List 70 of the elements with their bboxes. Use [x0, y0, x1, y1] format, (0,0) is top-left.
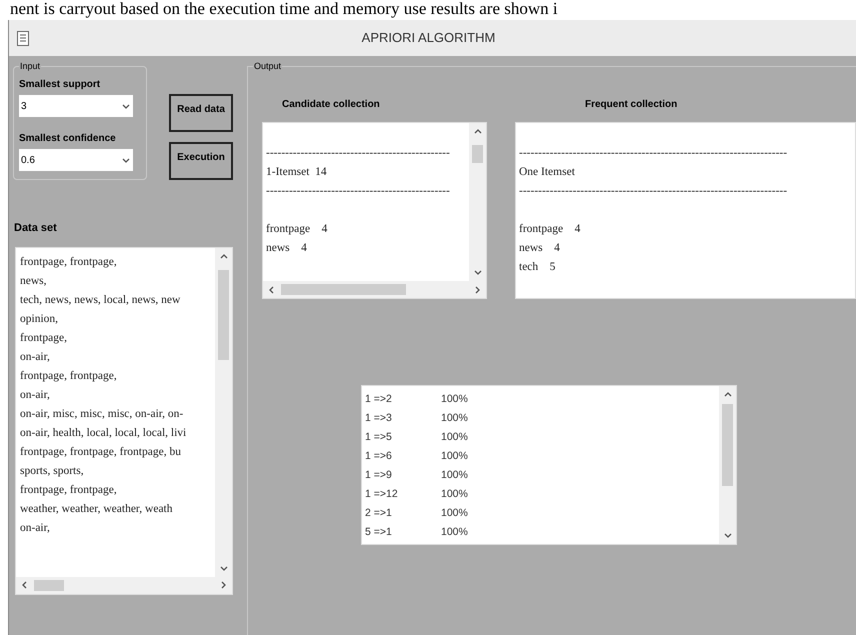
list-line: news,: [20, 274, 48, 288]
horizontal-scrollbar[interactable]: [263, 281, 486, 298]
rule-text: 2 =>1: [365, 506, 393, 521]
scroll-thumb[interactable]: [34, 580, 64, 590]
group-title: Input: [19, 60, 42, 74]
rule-text: 1 =>9: [365, 468, 393, 483]
document-icon: [17, 30, 29, 46]
list-line: on-air,: [20, 350, 51, 364]
scroll-thumb[interactable]: [218, 270, 229, 360]
confidence-text: 100%: [441, 468, 468, 483]
scroll-thumb[interactable]: [472, 145, 483, 163]
confidence-text: 100%: [441, 506, 468, 521]
data-set-list[interactable]: [15, 246, 233, 594]
horizontal-scrollbar[interactable]: [16, 576, 232, 594]
itemset-heading: One Itemset: [519, 165, 576, 180]
data-set-label: Data set: [14, 221, 58, 236]
itemset-line: tech 5: [519, 260, 556, 275]
confidence-text: 100%: [441, 525, 468, 540]
window-title: APRIORI ALGORITHM: [360, 29, 496, 48]
list-line: frontpage, frontpage,: [20, 368, 118, 384]
separator-line: ------------------------------------------------: [266, 146, 451, 161]
rule-text: 1 =>6: [365, 449, 393, 464]
candidate-collection-label: Candidate collection: [282, 98, 381, 112]
list-line: sports, sports,: [20, 464, 85, 478]
confidence-text: 100%: [441, 392, 468, 407]
rules-list[interactable]: 1 =>2 100% 1 =>3 100% 1 =>5 100% 1 =>6 100% 1 =>9 100% 1 =>12 100% 2 =>1 100% 5 =>1 100%: [361, 385, 737, 545]
itemset-line: frontpage 4: [266, 222, 328, 237]
scroll-thumb[interactable]: [281, 284, 406, 295]
dropdown-field[interactable]: 0.6: [19, 149, 133, 171]
scroll-thumb[interactable]: [722, 404, 733, 486]
list-line: on-air,: [20, 520, 51, 536]
itemset-line: frontpage 4: [519, 222, 582, 237]
rule-text: 1 =>5: [365, 430, 393, 445]
field-label: Smallest support: [19, 78, 102, 92]
list-line: tech, news, news, local, news, new: [20, 292, 182, 308]
confidence-text: 100%: [441, 487, 468, 502]
itemset-line: news 4: [266, 241, 308, 256]
candidate-list[interactable]: ------------------------------------------------ 1-Itemset 14 ------------------------------------------------ frontpage 4 news 4: [262, 122, 487, 299]
vertical-scrollbar[interactable]: [469, 123, 486, 281]
rule-text: 1 =>3: [365, 411, 393, 426]
list-line: frontpage,: [20, 330, 68, 346]
field-label: Smallest confidence: [19, 132, 117, 146]
confidence-text: 100%: [441, 430, 468, 445]
action-button[interactable]: Read data: [169, 94, 233, 132]
frequent-collection-label: Frequent collection: [585, 98, 678, 112]
separator-line: ----------------------------------------------------------------------: [519, 146, 788, 161]
list-line: on-air,: [20, 388, 51, 402]
vertical-scrollbar[interactable]: [215, 248, 232, 576]
list-line: weather, weather, weather, weath: [20, 502, 174, 516]
group-title: Output: [253, 60, 282, 74]
itemset-heading: 1-Itemset 14: [266, 165, 328, 180]
list-line: frontpage, frontpage, frontpage, bu: [20, 444, 182, 460]
list-line: frontpage, frontpage,: [20, 482, 118, 498]
page-text: nent is carryout based on the execution time and memory use results are shown i: [9, 0, 558, 18]
list-line: on-air, misc, misc, misc, on-air, on-: [20, 406, 184, 422]
list-line: opinion,: [20, 312, 60, 326]
separator-line: ------------------------------------------------: [266, 184, 451, 199]
list-line: on-air, health, local, local, local, livi: [20, 426, 188, 440]
confidence-text: 100%: [441, 411, 468, 426]
vertical-scrollbar[interactable]: [719, 386, 736, 544]
list-line: frontpage, frontpage,: [20, 254, 118, 270]
confidence-text: 100%: [441, 449, 468, 464]
rule-text: 5 =>1: [365, 525, 393, 540]
rule-text: 1 =>2: [365, 392, 393, 407]
dropdown-field[interactable]: 3: [19, 95, 133, 117]
action-button[interactable]: Execution: [169, 142, 233, 180]
rule-text: 1 =>12: [365, 487, 399, 502]
frequent-list[interactable]: ---------------------------------------------------------------------- One Itemset ---------------------------------------------------------------------- frontpage 4 news 4 tech 5: [515, 122, 856, 299]
separator-line: ----------------------------------------------------------------------: [519, 184, 788, 199]
itemset-line: news 4: [519, 241, 561, 256]
